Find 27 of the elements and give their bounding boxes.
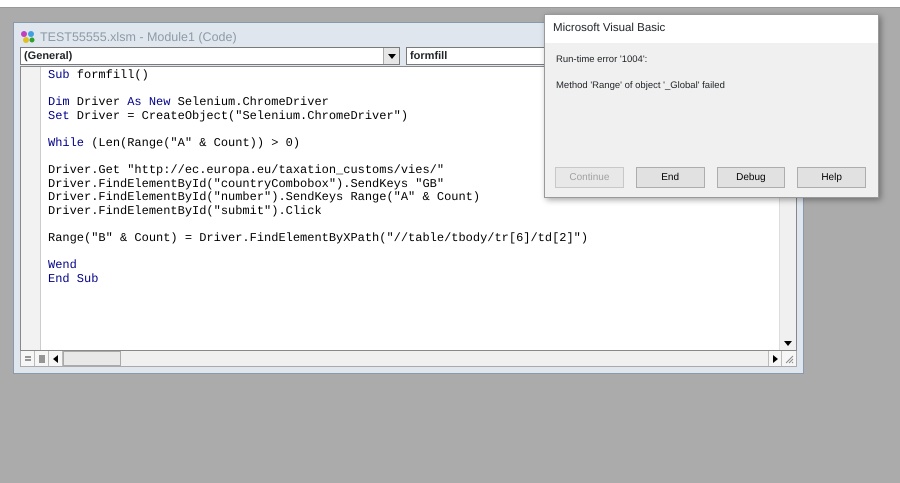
code-line: Driver.FindElementById("number").SendKeys Range("A" & Count): [48, 190, 480, 204]
code-line: Range("B" & Count) = Driver.FindElementByXPath("//table/tbody/tr[6]/td[2]"): [48, 231, 588, 246]
caret-icon: [383, 48, 399, 64]
code-line: Driver.FindElementById("countryCombobox").SendKeys "GB": [48, 176, 444, 191]
window-title: TEST55555.xlsm - Module1 (Code): [40, 28, 237, 46]
code-line: While (Len(Range("A" & Count)) > 0): [48, 136, 300, 150]
dialog-button[interactable]: Debug: [716, 167, 786, 188]
error-message: Method 'Range' of object '_Global' failed: [556, 79, 726, 94]
scroll-right-icon[interactable]: [768, 351, 782, 366]
resize-grip-icon[interactable]: [782, 351, 796, 366]
full-module-view-icon[interactable]: [35, 351, 49, 366]
code-line: Wend: [48, 258, 77, 272]
dialog-button[interactable]: Help: [797, 167, 866, 188]
code-line: Sub formfill(): [48, 68, 149, 82]
procedure-view-icon[interactable]: [21, 351, 35, 366]
code-line: Driver.Get "http://ec.europa.eu/taxation_customs/vies/": [48, 163, 444, 178]
object-dropdown[interactable]: (General): [20, 47, 400, 65]
scrollbar-thumb[interactable]: [63, 351, 121, 366]
code-line: Set Driver = CreateObject("Selenium.ChromeDriver"): [48, 108, 408, 123]
module-icon: [20, 30, 36, 44]
dialog-title: Microsoft Visual Basic: [545, 15, 878, 43]
scroll-left-icon[interactable]: [49, 351, 63, 366]
dialog-button[interactable]: End: [636, 167, 704, 188]
error-code-text: Run-time error '1004':: [556, 53, 648, 67]
code-line: Driver.FindElementById("submit").Click: [48, 204, 322, 218]
code-line: Dim Driver As New Selenium.ChromeDriver: [48, 95, 329, 110]
code-line: End Sub: [48, 272, 98, 286]
